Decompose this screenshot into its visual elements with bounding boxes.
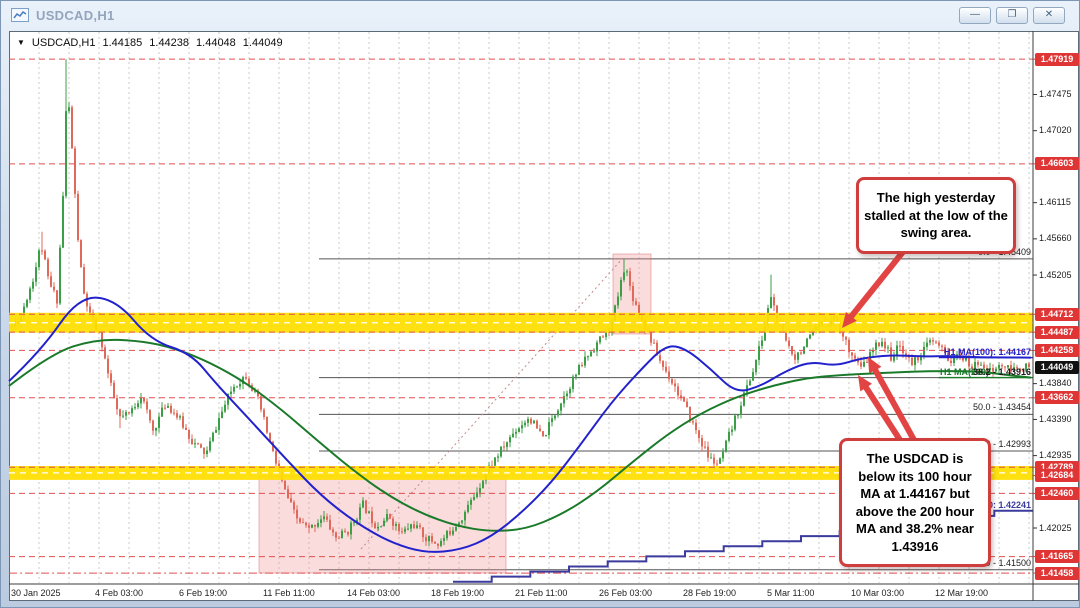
open-value: 1.44185: [103, 37, 143, 49]
symbol-ohlc-readout: ▼ USDCAD,H1 1.44185 1.44238 1.44048 1.44…: [17, 37, 283, 49]
close-button[interactable]: ✕: [1033, 7, 1065, 24]
low-value: 1.44048: [196, 37, 236, 49]
app-icon: [11, 8, 29, 22]
close-value: 1.44049: [243, 37, 283, 49]
maximize-button[interactable]: ❐: [996, 7, 1028, 24]
annotation-ma-note[interactable]: The USDCAD is below its 100 hour MA at 1…: [839, 438, 991, 567]
chevron-down-icon[interactable]: ▼: [17, 38, 25, 47]
symbol-label: USDCAD,H1: [32, 37, 96, 49]
window-title: USDCAD,H1: [36, 8, 115, 23]
app-window: USDCAD,H1 — ❐ ✕ ▼ USDCAD,H1 1.44185 1.44…: [0, 0, 1080, 608]
high-value: 1.44238: [149, 37, 189, 49]
window-controls: — ❐ ✕: [959, 7, 1069, 24]
title-bar: USDCAD,H1 — ❐ ✕: [1, 1, 1079, 29]
minimize-button[interactable]: —: [959, 7, 991, 24]
annotation-swing-note[interactable]: The high yesterday stalled at the low of…: [856, 177, 1016, 254]
